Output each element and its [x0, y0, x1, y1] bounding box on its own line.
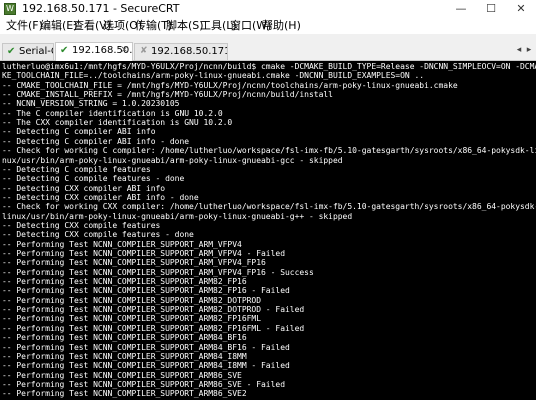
terminal-line: -- Performing Test NCNN_COMPILER_SUPPORT…	[2, 286, 290, 296]
tab-scroll-right-icon[interactable]: ▸	[524, 43, 534, 57]
terminal-line: -- CMAKE_TOOLCHAIN_FILE = /mnt/hgfs/MYD-…	[2, 80, 458, 90]
tab-192-168-50-171[interactable]: ✔ 192.168.50.171 ×	[55, 42, 133, 61]
terminal-line: -- Detecting C compile features - done	[2, 174, 185, 184]
maximize-button[interactable]: ☐	[476, 0, 506, 18]
terminal-line: -- Check for working CXX compiler: /home…	[2, 202, 536, 212]
terminal-line: KE_TOOLCHAIN_FILE=../toolchains/arm-poky…	[2, 71, 425, 81]
terminal-line: -- The CXX compiler identification is GN…	[2, 118, 233, 128]
tab-label: 192.168.50.171 (1)	[151, 46, 228, 57]
terminal-line: lutherluo@imx6u1:/mnt/hgfs/MYD-Y6ULX/Pro…	[2, 62, 536, 71]
terminal-line: -- Performing Test NCNN_COMPILER_SUPPORT…	[2, 267, 314, 277]
minimize-button[interactable]: —	[446, 0, 476, 18]
title-bar[interactable]: W 192.168.50.171 - SecureCRT — ☐ ✕	[0, 0, 536, 19]
terminal-line: -- Performing Test NCNN_COMPILER_SUPPORT…	[2, 389, 247, 399]
terminal-line: -- Performing Test NCNN_COMPILER_SUPPORT…	[2, 351, 247, 361]
terminal-line: -- Performing Test NCNN_COMPILER_SUPPORT…	[2, 370, 242, 380]
terminal-line: -- Detecting C compiler ABI info	[2, 127, 156, 137]
terminal-line: -- Performing Test NCNN_COMPILER_SUPPORT…	[2, 295, 262, 305]
terminal-line: -- CMAKE_INSTALL_PREFIX = /mnt/hgfs/MYD-…	[2, 90, 333, 100]
close-window-button[interactable]: ✕	[506, 0, 536, 18]
menu-file[interactable]: 文件(F)	[6, 18, 43, 34]
terminal-line: -- Performing Test NCNN_COMPILER_SUPPORT…	[2, 258, 266, 268]
terminal-line: linux/usr/bin/arm-poky-linux-gnueabi/arm…	[2, 211, 353, 221]
terminal-line: -- Detecting CXX compile features	[2, 220, 161, 230]
terminal-line: -- Performing Test NCNN_COMPILER_SUPPORT…	[2, 323, 305, 333]
menu-help[interactable]: 帮助(H)	[262, 18, 301, 34]
terminal-line: -- Detecting CXX compiler ABI info	[2, 183, 166, 193]
terminal-line: -- Performing Test NCNN_COMPILER_SUPPORT…	[2, 314, 262, 324]
terminal-line: -- Detecting C compiler ABI info - done	[2, 136, 190, 146]
terminal-line: -- Performing Test NCNN_COMPILER_SUPPORT…	[2, 361, 290, 371]
tab-192-168-50-171-1[interactable]: ✘ 192.168.50.171 (1)	[134, 43, 228, 60]
close-tab-icon[interactable]: ×	[120, 43, 128, 58]
tab-scroll-left-icon[interactable]: ◂	[514, 43, 524, 57]
terminal-line: -- Detecting CXX compile features - done	[2, 230, 194, 240]
tab-label: Serial-COM4	[19, 46, 53, 57]
window-title: 192.168.50.171 - SecureCRT	[22, 2, 180, 15]
connected-check-icon: ✔	[60, 45, 69, 56]
terminal-line: -- Performing Test NCNN_COMPILER_SUPPORT…	[2, 379, 285, 389]
terminal-line: -- Detecting CXX compiler ABI info - don…	[2, 192, 199, 202]
connected-check-icon: ✔	[7, 46, 16, 57]
terminal-line: nux/usr/bin/arm-poky-linux-gnueabi/arm-p…	[2, 155, 343, 165]
menu-edit[interactable]: 编辑(E)	[40, 18, 78, 34]
terminal-line: -- Performing Test NCNN_COMPILER_SUPPORT…	[2, 277, 247, 287]
session-tab-bar: ✔ Serial-COM4 ✔ 192.168.50.171 × ✘ 192.1…	[0, 40, 536, 61]
terminal-output[interactable]: lutherluo@imx6u1:/mnt/hgfs/MYD-Y6ULX/Pro…	[0, 61, 536, 400]
terminal-line: -- Performing Test NCNN_COMPILER_SUPPORT…	[2, 305, 305, 315]
disconnected-icon: ✘	[140, 46, 148, 56]
terminal-line: -- Detecting C compile features	[2, 164, 151, 174]
tab-serial-com4[interactable]: ✔ Serial-COM4	[2, 43, 54, 60]
terminal-line: -- Performing Test NCNN_COMPILER_SUPPORT…	[2, 333, 247, 343]
menu-script[interactable]: 脚本(S)	[166, 18, 204, 34]
securecrt-app-icon: W	[4, 3, 16, 15]
terminal-line: -- Performing Test NCNN_COMPILER_SUPPORT…	[2, 342, 290, 352]
terminal-line: -- Check for working C compiler: /home/l…	[2, 146, 536, 156]
terminal-line: -- Performing Test NCNN_COMPILER_SUPPORT…	[2, 239, 242, 249]
terminal-line: -- NCNN_VERSION_STRING = 1.0.20230105	[2, 99, 180, 109]
terminal-line: -- The C compiler identification is GNU …	[2, 108, 223, 118]
menu-bar: 文件(F) 编辑(E) 查看(V) 选项(O) 传输(T) 脚本(S) 工具(L…	[0, 18, 536, 34]
securecrt-window: W 192.168.50.171 - SecureCRT — ☐ ✕ 文件(F)…	[0, 0, 536, 400]
terminal-line: -- Performing Test NCNN_COMPILER_SUPPORT…	[2, 249, 285, 258]
